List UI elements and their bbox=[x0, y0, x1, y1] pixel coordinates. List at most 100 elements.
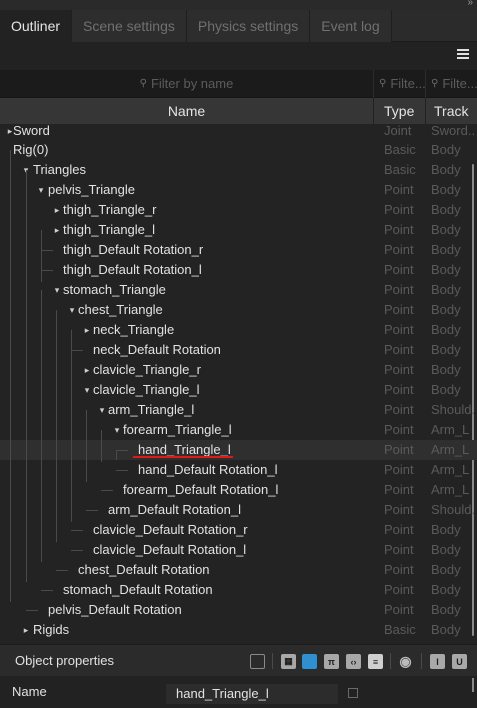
tree-row[interactable]: ▸ Rigids Basic Body bbox=[0, 620, 477, 640]
list-icon[interactable]: ≡ bbox=[368, 654, 383, 669]
tree-row[interactable]: ▸ thigh_Triangle_r Point Body bbox=[0, 200, 477, 220]
row-track: Body bbox=[431, 162, 461, 177]
expand-arrow-icon[interactable]: ▸ bbox=[52, 220, 62, 240]
tree-row[interactable]: stomach_Default Rotation Point Body bbox=[0, 580, 477, 600]
collapse-arrow-icon[interactable]: ▾ bbox=[97, 400, 107, 420]
track-filter-input[interactable]: ⚲ Filte... bbox=[426, 70, 477, 98]
tree-row[interactable]: thigh_Default Rotation_l Point Body bbox=[0, 260, 477, 280]
tab-physics-settings[interactable]: Physics settings bbox=[186, 10, 311, 42]
tree-guide-line bbox=[71, 350, 83, 351]
row-label: Triangles bbox=[33, 162, 86, 177]
collapse-arrow-icon[interactable]: ▾ bbox=[36, 180, 46, 200]
column-name[interactable]: Name bbox=[0, 98, 374, 124]
collapse-arrow-icon[interactable]: ▾ bbox=[52, 280, 62, 300]
row-type: Point bbox=[384, 282, 414, 297]
name-property-field[interactable]: hand_Triangle_l bbox=[166, 684, 338, 704]
row-track: Body bbox=[431, 582, 461, 597]
frame-icon[interactable] bbox=[250, 654, 265, 669]
name-filter-placeholder: Filter by name bbox=[150, 76, 234, 91]
row-label: pelvis_Triangle bbox=[48, 182, 135, 197]
row-track: Arm_L bbox=[431, 422, 470, 437]
row-track: Body bbox=[431, 382, 461, 397]
tree-guide-line bbox=[41, 230, 42, 282]
row-label: Sword bbox=[13, 124, 50, 138]
row-label: forearm_Triangle_l bbox=[123, 422, 232, 437]
row-type: Point bbox=[384, 362, 414, 377]
row-type: Point bbox=[384, 582, 414, 597]
search-icon: ⚲ bbox=[139, 78, 147, 89]
expand-arrow-icon[interactable]: ▸ bbox=[52, 200, 62, 220]
row-type: Point bbox=[384, 222, 414, 237]
hamburger-menu-icon[interactable] bbox=[457, 49, 469, 61]
tab-outliner[interactable]: Outliner bbox=[0, 10, 73, 42]
expand-panels-icon[interactable]: » bbox=[467, 0, 473, 8]
row-label: Rigids bbox=[33, 622, 70, 637]
row-track: Body bbox=[431, 282, 461, 297]
collapse-arrow-icon[interactable]: ▾ bbox=[112, 420, 122, 440]
row-label: thigh_Triangle_l bbox=[63, 222, 156, 237]
code-icon[interactable]: ‹› bbox=[346, 654, 361, 669]
type-filter-input[interactable]: ⚲ Filte... bbox=[374, 70, 426, 98]
collapse-arrow-icon[interactable]: ▾ bbox=[82, 380, 92, 400]
tree-row[interactable]: chest_Default Rotation Point Body bbox=[0, 560, 477, 580]
row-label: pelvis_Default Rotation bbox=[48, 602, 182, 617]
tree-row[interactable]: ▾TrianglesBasicBody bbox=[0, 160, 477, 180]
collapse-arrow-icon[interactable]: ▾ bbox=[67, 300, 77, 320]
title-strip: » bbox=[0, 0, 477, 10]
formula-icon[interactable]: π bbox=[324, 654, 339, 669]
tree-row[interactable]: ▸ Sword Joint Sword... bbox=[0, 124, 477, 141]
object-properties-header: Object properties ▦ π ‹› ≡ ◉ I U bbox=[0, 644, 477, 676]
unlock-icon[interactable]: U bbox=[452, 654, 467, 669]
tree-row[interactable]: ▾ chest_Triangle Point Body bbox=[0, 300, 477, 320]
row-track: Body bbox=[431, 542, 461, 557]
row-type: Point bbox=[384, 182, 414, 197]
row-label: thigh_Triangle_r bbox=[63, 202, 157, 217]
tree-row[interactable]: ▸ thigh_Triangle_l Point Body bbox=[0, 220, 477, 240]
tree-guide-line bbox=[41, 270, 53, 271]
tree-guide-line bbox=[86, 410, 87, 482]
tree-guide-line bbox=[26, 610, 38, 611]
tree-row[interactable]: Rig(0) Basic Body bbox=[0, 140, 477, 160]
expand-arrow-icon[interactable]: ▸ bbox=[21, 620, 31, 640]
text-cursor-icon[interactable]: I bbox=[430, 654, 445, 669]
panel-tabs: Outliner Scene settings Physics settings… bbox=[0, 10, 477, 42]
object-properties-body: Name hand_Triangle_l bbox=[0, 676, 477, 708]
tab-bar-fill bbox=[391, 10, 477, 41]
row-label: thigh_Default Rotation_r bbox=[63, 242, 204, 257]
track-filter-placeholder: Filte... bbox=[442, 76, 477, 91]
tree-row[interactable]: ▾ pelvis_Triangle Point Body bbox=[0, 180, 477, 200]
row-type: Basic bbox=[384, 162, 416, 177]
tab-event-log[interactable]: Event log bbox=[310, 10, 392, 42]
tree-guide-line bbox=[71, 530, 83, 531]
row-track: Body bbox=[431, 182, 461, 197]
column-type[interactable]: Type bbox=[374, 98, 426, 124]
properties-scrollbar[interactable] bbox=[472, 678, 474, 692]
row-type: Point bbox=[384, 542, 414, 557]
row-type: Point bbox=[384, 202, 414, 217]
image-icon[interactable] bbox=[302, 654, 317, 669]
expand-arrow-icon[interactable]: ▸ bbox=[82, 360, 92, 380]
tab-scene-settings[interactable]: Scene settings bbox=[72, 10, 187, 42]
tree-row[interactable]: ▾ stomach_Triangle Point Body bbox=[0, 280, 477, 300]
tree-row[interactable]: thigh_Default Rotation_r Point Body bbox=[0, 240, 477, 260]
grid-icon[interactable]: ▦ bbox=[281, 654, 296, 669]
tree-row[interactable]: pelvis_Default Rotation Point Body bbox=[0, 600, 477, 620]
search-icon: ⚲ bbox=[379, 78, 387, 89]
column-track[interactable]: Track bbox=[426, 98, 477, 124]
row-label: clavicle_Triangle_r bbox=[93, 362, 201, 377]
row-label: arm_Triangle_l bbox=[108, 402, 195, 417]
name-filter-input[interactable]: ⚲ Filter by name bbox=[0, 70, 374, 98]
tree-guide-line bbox=[71, 330, 72, 522]
row-track: Body bbox=[431, 142, 461, 157]
tree-guide-line bbox=[10, 150, 11, 602]
row-track: Body bbox=[431, 322, 461, 337]
tree-guide-line bbox=[26, 170, 27, 582]
copy-icon[interactable] bbox=[348, 688, 358, 698]
row-type: Point bbox=[384, 502, 414, 517]
eye-icon[interactable]: ◉ bbox=[398, 653, 413, 669]
row-track: Body bbox=[431, 602, 461, 617]
expand-arrow-icon[interactable]: ▸ bbox=[82, 320, 92, 340]
row-track: Arm_L bbox=[431, 482, 470, 497]
row-track: Body bbox=[431, 302, 461, 317]
tree-guide-line bbox=[56, 310, 57, 542]
